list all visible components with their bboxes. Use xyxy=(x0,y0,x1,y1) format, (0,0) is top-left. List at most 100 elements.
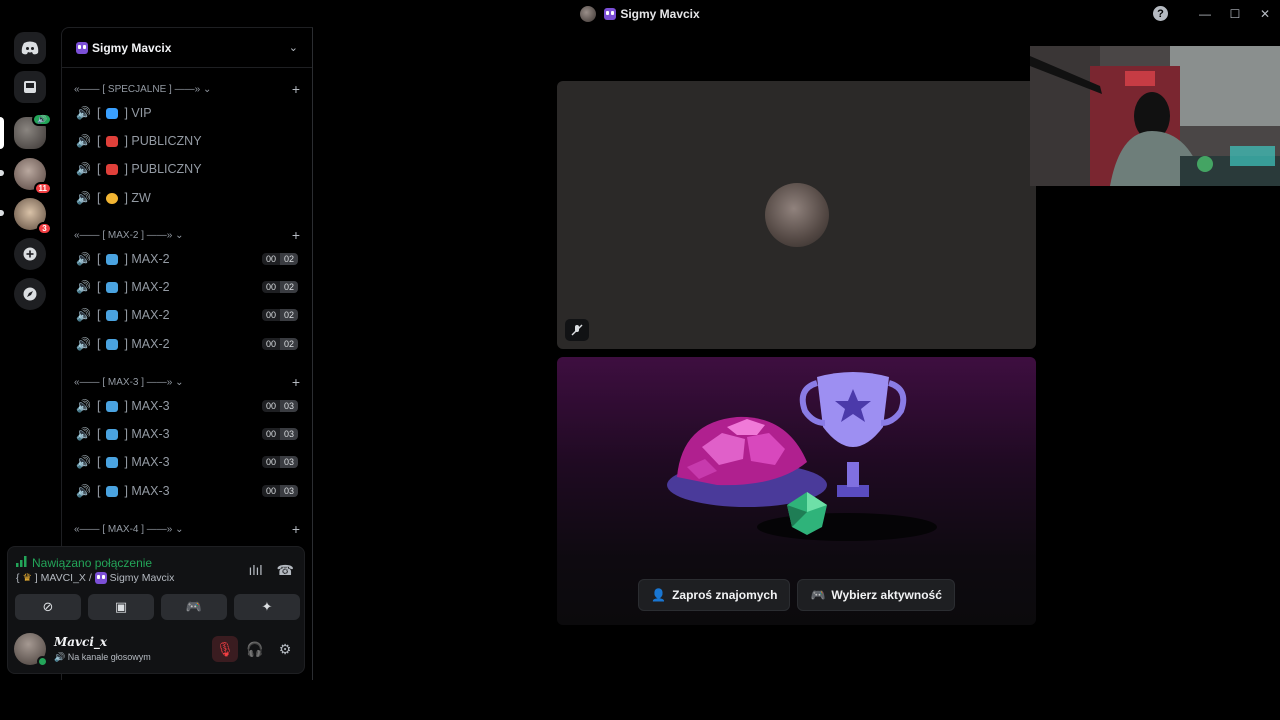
help-icon: ? xyxy=(1153,6,1168,21)
window-controls: — ☐ ✕ xyxy=(1190,0,1280,27)
user-limit-badge: 00 03 xyxy=(261,485,298,497)
user-limit-badge: 00 02 xyxy=(261,253,298,265)
maximize-button[interactable]: ☐ xyxy=(1220,0,1250,27)
soundboard-icon: ✦ xyxy=(261,599,273,614)
invite-friends-button[interactable]: 👤 Zaproś znajomych xyxy=(638,579,791,611)
mute-button[interactable]: 🎙 xyxy=(212,636,238,662)
add-server-icon[interactable] xyxy=(14,238,46,270)
user-limit: 03 xyxy=(279,456,298,468)
speaker-icon: 🔊 xyxy=(76,252,91,266)
choose-activity-button[interactable]: 🎮 Wybierz aktywność xyxy=(797,579,955,611)
channel-publiczny-2[interactable]: 🔊 [ ] PUBLICZNY xyxy=(74,156,300,182)
online-status-icon xyxy=(37,656,48,667)
speaker-icon: 🔊 xyxy=(76,280,91,294)
server-icon-2[interactable]: 11 xyxy=(14,158,52,195)
user-limit: 02 xyxy=(279,338,298,350)
trophy-illustration-icon xyxy=(667,372,937,541)
close-button[interactable]: ✕ xyxy=(1250,0,1280,27)
user-count: 00 xyxy=(261,400,280,412)
server-icon-1[interactable]: 🔊 xyxy=(14,113,52,149)
invite-activity-tile: 👤 Zaproś znajomych 🎮 Wybierz aktywność xyxy=(557,357,1036,625)
voice-status[interactable]: Nawiązano połączenie xyxy=(16,555,152,570)
channel-max-2[interactable]: 🔊 [] MAX-2 00 02 xyxy=(74,246,300,272)
settings-button[interactable]: ⚙ xyxy=(272,636,298,662)
channel-max-2[interactable]: 🔊 [] MAX-2 00 02 xyxy=(74,331,300,357)
signal-icon xyxy=(16,555,28,570)
channel-max-2[interactable]: 🔊 [] MAX-2 00 02 xyxy=(74,302,300,328)
user-substatus: 🔊 Na kanale głosowym xyxy=(54,652,151,663)
category-max-3[interactable]: «—— [ MAX-3 ] ——» ⌄ + xyxy=(74,374,300,390)
deafen-button[interactable]: 🎧 xyxy=(242,636,268,662)
muted-mic-icon xyxy=(565,319,589,341)
channel-name: ] MAX-2 xyxy=(124,337,170,351)
channel-prefix: [ xyxy=(96,162,101,176)
channel-name: ] MAX-2 xyxy=(124,308,170,322)
user-count: 00 xyxy=(261,485,280,497)
noise-suppression-icon[interactable]: ılıl xyxy=(249,562,263,579)
guild-header[interactable]: Sigmy Mavcix ⌄ xyxy=(62,28,312,68)
mic-off-icon: 🎙 xyxy=(216,640,234,657)
face-emoji-icon xyxy=(604,7,617,20)
user-limit-badge: 00 02 xyxy=(261,338,298,350)
channel-name: ] PUBLICZNY xyxy=(124,162,202,176)
compass-icon[interactable] xyxy=(14,278,46,310)
add-channel-icon[interactable]: + xyxy=(292,81,300,97)
category-label: «—— [ MAX-2 ] ——» xyxy=(74,229,173,241)
face-emoji-icon xyxy=(76,41,88,54)
add-channel-icon[interactable]: + xyxy=(292,374,300,390)
channel-max-3[interactable]: 🔊 [] MAX-3 00 03 xyxy=(74,449,300,475)
user-limit-badge: 00 03 xyxy=(261,456,298,468)
inbox-icon[interactable] xyxy=(14,71,46,103)
screen-share-button[interactable]: ▣ xyxy=(88,594,154,620)
soundboard-button[interactable]: ✦ xyxy=(234,594,300,620)
minimize-button[interactable]: — xyxy=(1190,0,1220,27)
gamepad-icon: 🎮 xyxy=(185,599,203,614)
sleepy-face-icon xyxy=(106,192,119,204)
channel-max-3[interactable]: 🔊 [] MAX-3 00 03 xyxy=(74,393,300,419)
user-limit-badge: 00 03 xyxy=(261,400,298,412)
activity-button[interactable]: 🎮 xyxy=(161,594,227,620)
loudspeaker-icon xyxy=(106,400,119,412)
add-channel-icon[interactable]: + xyxy=(292,521,300,537)
headphones-icon: 🎧 xyxy=(246,640,264,657)
channel-max-2[interactable]: 🔊 [] MAX-2 00 02 xyxy=(74,274,300,300)
channel-publiczny-1[interactable]: 🔊 [ ] PUBLICZNY xyxy=(74,128,300,154)
add-channel-icon[interactable]: + xyxy=(292,227,300,243)
channel-max-3[interactable]: 🔊 [] MAX-3 00 03 xyxy=(74,421,300,447)
speaker-icon: 🔊 xyxy=(76,162,91,176)
channel-name: ] MAX-2 xyxy=(124,280,170,294)
channel-prefix: [ xyxy=(96,399,101,413)
channel-prefix: [ xyxy=(96,427,101,441)
selected-server-indicator xyxy=(0,117,4,149)
user-substatus-text: Na kanale głosowym xyxy=(67,652,151,662)
username[interactable]: Mavci_x xyxy=(54,635,107,649)
channel-zw[interactable]: 🔊 [] ZW xyxy=(74,185,300,211)
channel-max-3[interactable]: 🔊 [] MAX-3 00 03 xyxy=(74,478,300,504)
chevron-down-icon: ⌄ xyxy=(202,83,212,95)
user-limit: 02 xyxy=(279,281,298,293)
category-max-4[interactable]: «—— [ MAX-4 ] ——» ⌄ + xyxy=(74,521,300,537)
user-count: 00 xyxy=(261,456,280,468)
speaker-icon: 🔊 xyxy=(76,134,91,148)
camera-off-button[interactable]: ⊘ xyxy=(15,594,81,620)
channel-name: ] PUBLICZNY xyxy=(124,134,202,148)
category-max-2[interactable]: «—— [ MAX-2 ] ——» ⌄ + xyxy=(74,227,300,243)
invite-icon: 👤 xyxy=(651,588,667,602)
user-limit: 02 xyxy=(279,309,298,321)
speaker-icon: 🔊 xyxy=(76,427,91,441)
channel-vip[interactable]: 🔊 [] VIP xyxy=(74,100,300,126)
server-icon-3[interactable]: 3 xyxy=(14,198,52,235)
category-label: «—— [ MAX-4 ] ——» xyxy=(74,523,173,535)
help-button[interactable]: ? xyxy=(1153,0,1168,27)
disconnect-icon[interactable]: ☎ xyxy=(277,562,294,579)
user-limit-badge: 00 03 xyxy=(261,428,298,440)
discord-home-icon[interactable] xyxy=(14,32,46,64)
participant-tile[interactable] xyxy=(557,81,1036,349)
channel-prefix: [ xyxy=(96,308,101,322)
loudspeaker-icon xyxy=(106,428,119,440)
voice-channel-info[interactable]: { ♛ ] MAVCI_X / Sigmy Mavcix xyxy=(16,572,174,585)
category-specjalne[interactable]: «—— [ SPECJALNE ] ——» ⌄ + xyxy=(74,81,300,97)
channel-prefix: [ xyxy=(96,134,101,148)
user-limit: 02 xyxy=(279,253,298,265)
channel-prefix: [ xyxy=(96,280,101,294)
